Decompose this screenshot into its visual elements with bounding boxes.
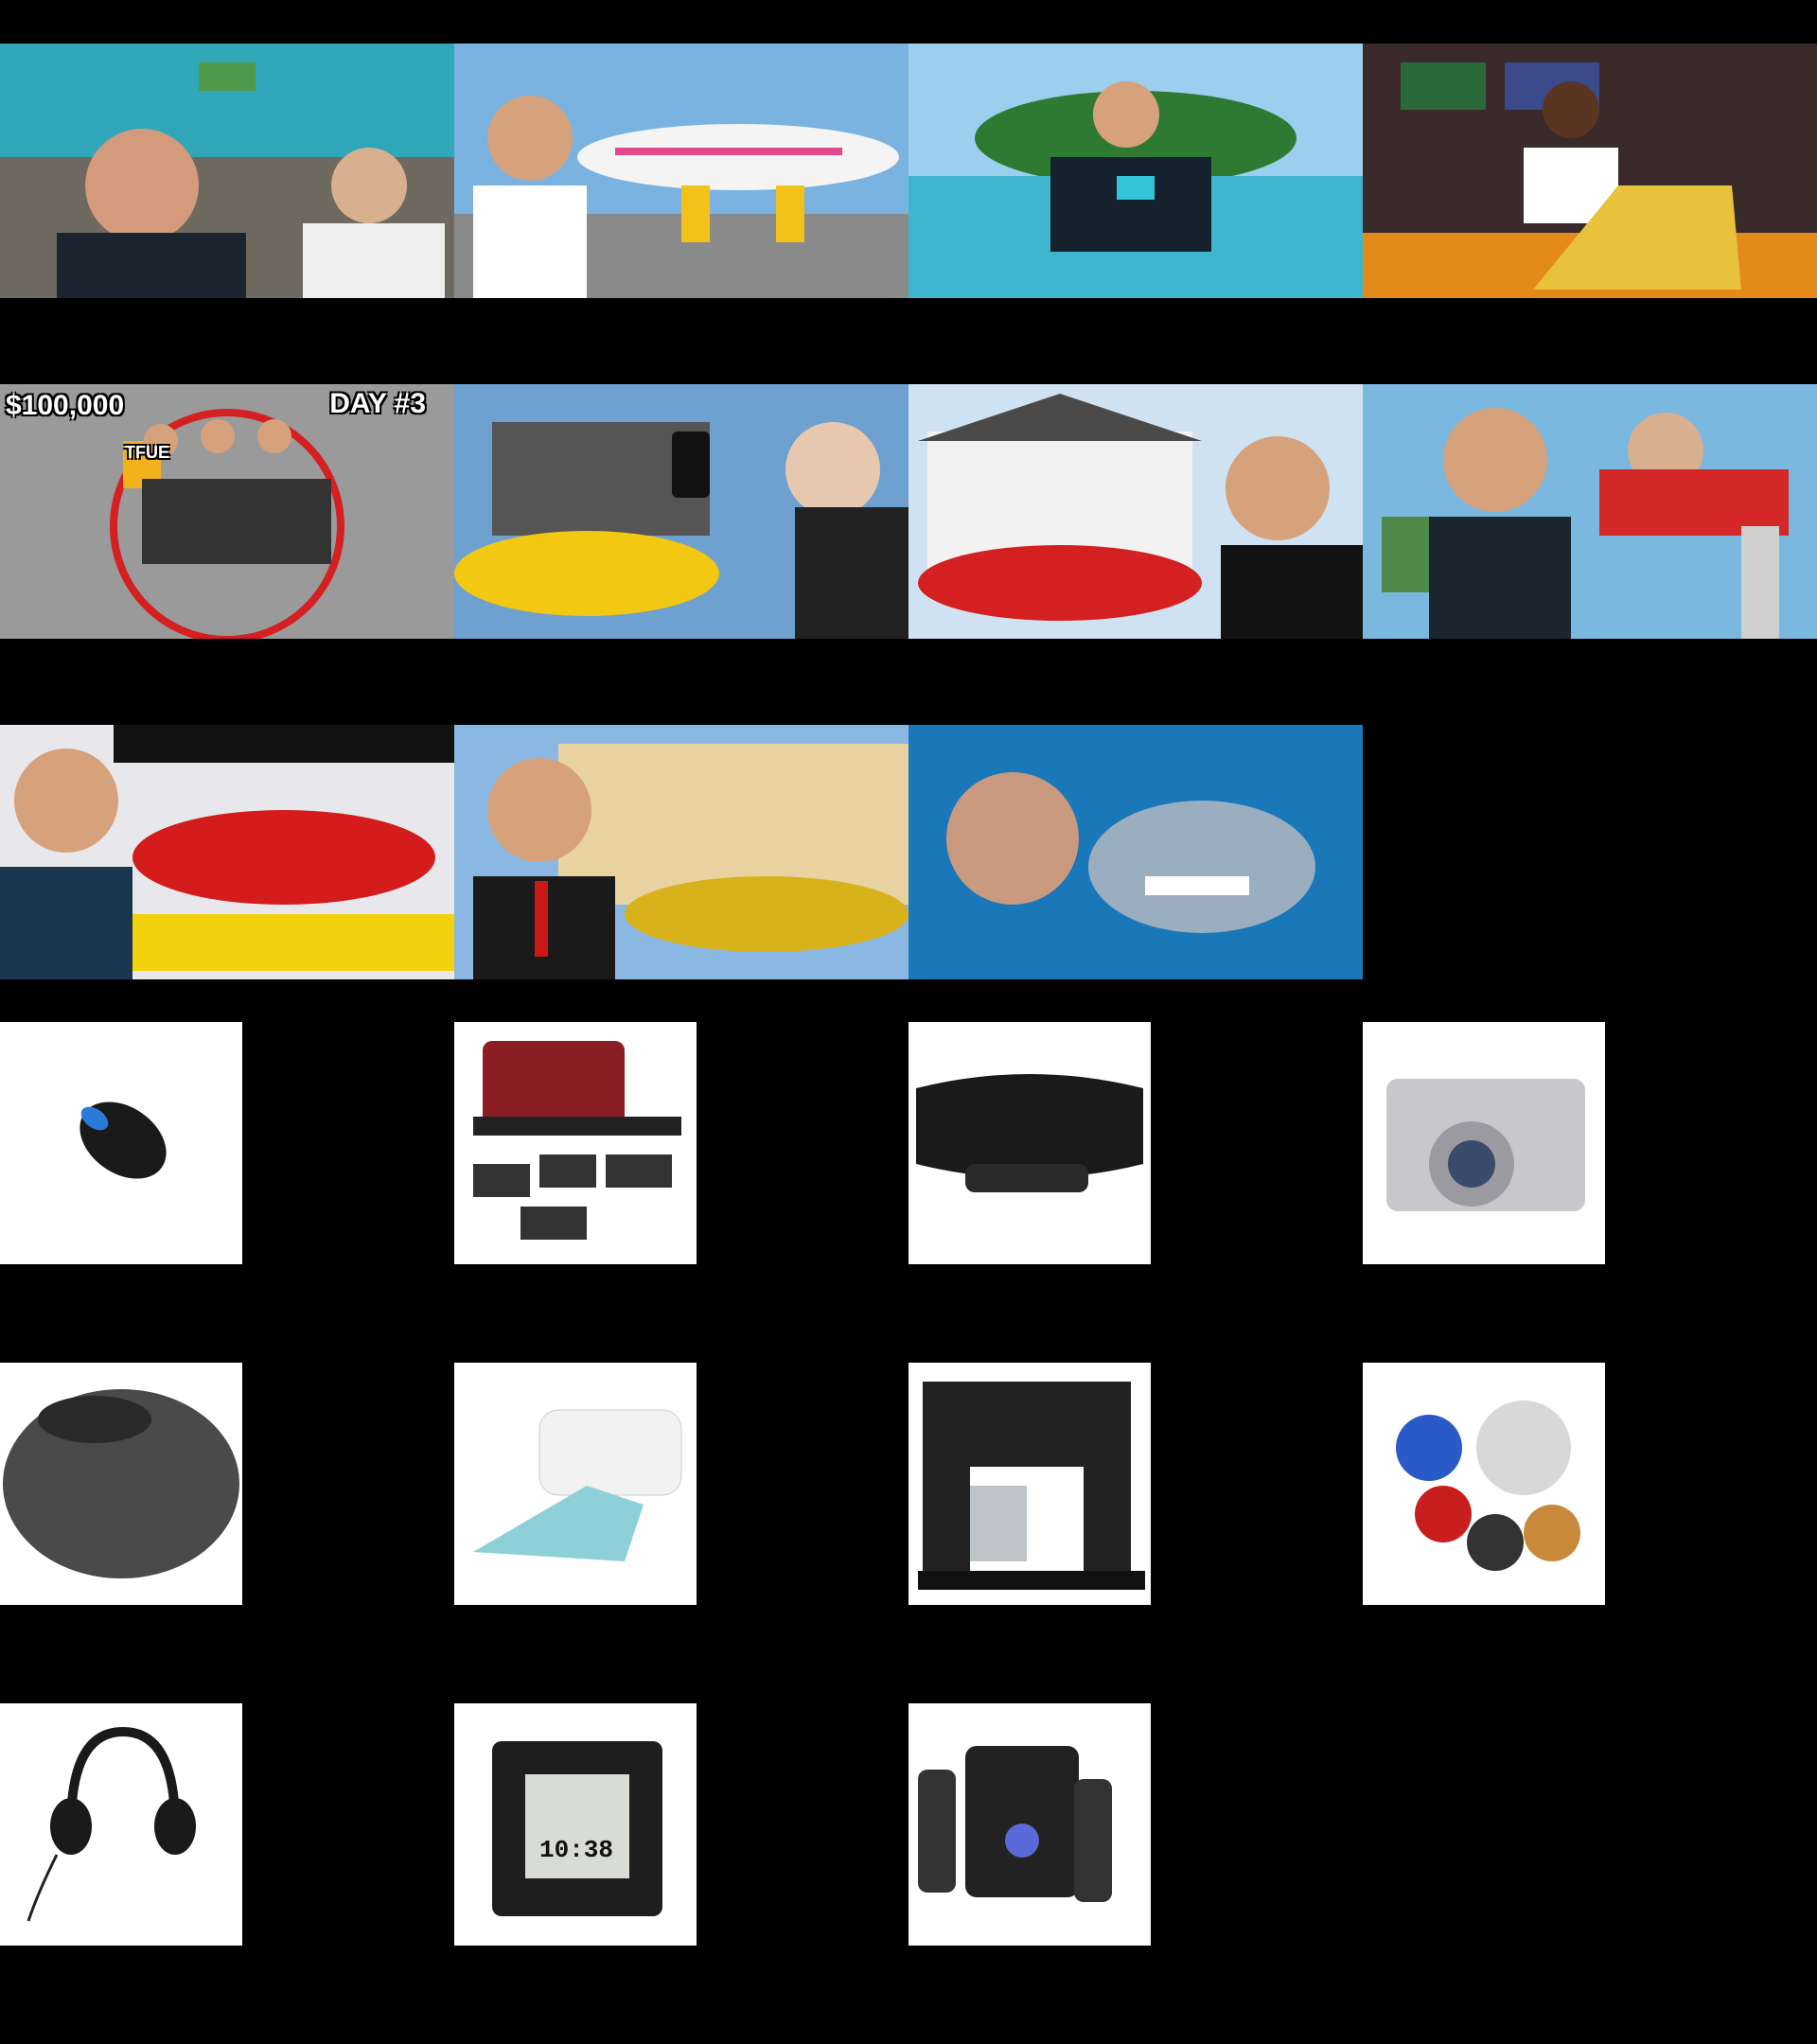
keyboard-icon xyxy=(916,1074,1143,1192)
overlay-prize-text: $100,000 xyxy=(6,390,125,421)
thumb-skydive-money[interactable] xyxy=(1363,384,1817,639)
headset-icon xyxy=(26,1726,196,1922)
product-cd-players[interactable] xyxy=(1363,1363,1605,1605)
thumb-gold-bars[interactable] xyxy=(1363,44,1817,298)
product-coffee-maker[interactable] xyxy=(908,1363,1151,1605)
thumb-mansion-lambo[interactable] xyxy=(908,384,1363,639)
weather-clock-icon xyxy=(492,1741,662,1916)
thumb-private-jet[interactable] xyxy=(454,44,908,298)
thumb-lamborghini-key[interactable] xyxy=(454,384,908,639)
product-iron[interactable] xyxy=(454,1363,697,1605)
product-camera[interactable] xyxy=(1363,1022,1605,1264)
thumb-cliff-money[interactable] xyxy=(0,44,454,298)
overlay-shirt-text: TFUE xyxy=(125,443,169,462)
product-speakers[interactable] xyxy=(908,1703,1151,1946)
thumb-circle-challenge[interactable]: $100,000 DAY #3 TFUE xyxy=(0,384,454,639)
product-mouse[interactable] xyxy=(0,1022,242,1264)
speaker-icon xyxy=(918,1746,1112,1902)
product-wireless-mouse[interactable] xyxy=(0,1363,242,1605)
thumb-hydraulic-press[interactable] xyxy=(0,725,454,979)
iron-icon xyxy=(473,1409,682,1561)
grill-icon xyxy=(473,1041,681,1240)
overlay-day-text: DAY #3 xyxy=(329,388,426,419)
camera-icon xyxy=(1386,1079,1585,1211)
mouse-icon xyxy=(79,1101,167,1179)
clock-time-display: 10:38 xyxy=(539,1836,614,1864)
cd-player-icon xyxy=(1396,1401,1580,1571)
product-grill[interactable] xyxy=(454,1022,697,1264)
product-keyboard[interactable] xyxy=(908,1022,1151,1264)
thumb-shark[interactable] xyxy=(908,725,1363,979)
thumb-gold-lambo-mansion[interactable] xyxy=(454,725,908,979)
product-headset[interactable] xyxy=(0,1703,242,1946)
thumb-island[interactable] xyxy=(908,44,1363,298)
coffee-maker-icon xyxy=(918,1382,1145,1590)
mouse-icon xyxy=(3,1389,239,1578)
product-weather-clock[interactable]: 10:38 xyxy=(454,1703,697,1946)
